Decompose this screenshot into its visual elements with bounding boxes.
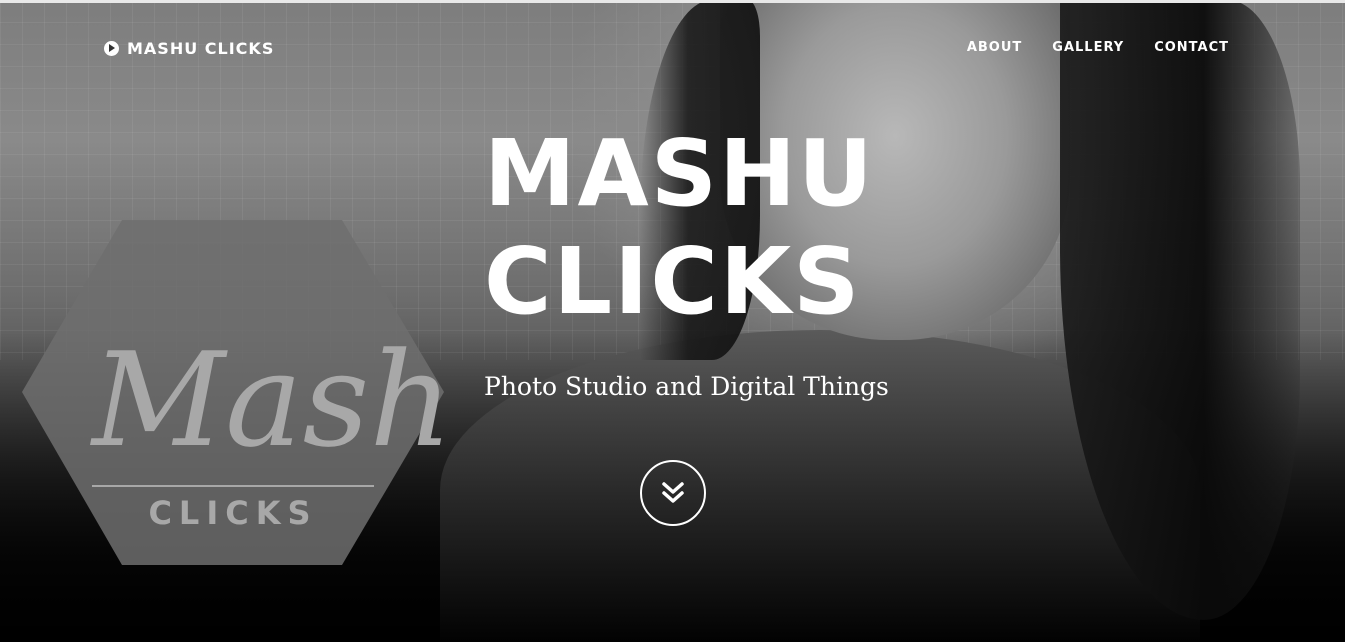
mashu-clicks-logo: Mashu CLICKS: [22, 220, 444, 565]
double-chevron-down-icon: [662, 482, 684, 503]
brand-name: MASHU CLICKS: [127, 38, 275, 58]
hero-title-line1: MASHU: [484, 120, 875, 227]
hero-title-line2: CLICKS: [484, 228, 862, 335]
logo-block-text: CLICKS: [148, 494, 317, 532]
scroll-down-button[interactable]: [640, 460, 706, 526]
top-border: [0, 0, 1345, 3]
logo-script-text: Mashu: [90, 324, 444, 476]
hero-title: MASHU CLICKS: [484, 120, 904, 336]
hero-subtitle: Photo Studio and Digital Things: [484, 372, 889, 401]
main-nav: ABOUT GALLERY CONTACT: [967, 40, 1229, 55]
play-circle-icon: [104, 40, 119, 56]
nav-about[interactable]: ABOUT: [967, 40, 1022, 55]
brand-link[interactable]: MASHU CLICKS: [104, 38, 274, 58]
nav-gallery[interactable]: GALLERY: [1052, 40, 1124, 55]
nav-contact[interactable]: CONTACT: [1154, 40, 1229, 55]
